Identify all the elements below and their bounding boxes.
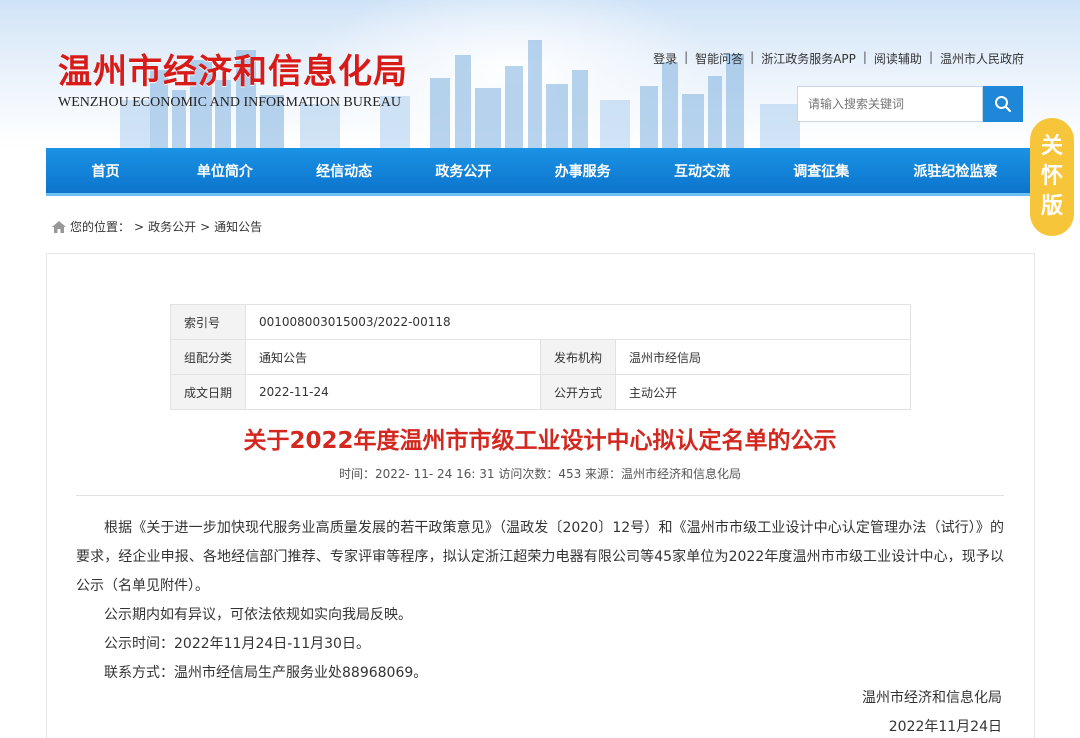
- mode-value: 主动公开: [615, 374, 911, 410]
- article-title: 关于2022年度温州市市级工业设计中心拟认定名单的公示: [243, 428, 837, 454]
- breadcrumb-notices[interactable]: 通知公告: [214, 218, 262, 235]
- metadata-table: 索引号 001008003015003/2022-00118 组配分类 通知公告…: [170, 304, 911, 410]
- nav-gov-affairs[interactable]: 政务公开: [404, 148, 523, 193]
- smart-qa-link[interactable]: 智能问答: [695, 50, 743, 67]
- publisher-value: 温州市经信局: [615, 339, 911, 375]
- sign-org: 温州市经济和信息化局: [862, 690, 1002, 706]
- category-value: 通知公告: [245, 339, 541, 375]
- login-link[interactable]: 登录: [653, 50, 677, 67]
- mode-label: 公开方式: [540, 374, 616, 410]
- date-label: 成文日期: [170, 374, 246, 410]
- publisher-label: 发布机构: [540, 339, 616, 375]
- breadcrumb-separator: >: [134, 219, 145, 234]
- breadcrumb-prefix: 您的位置：: [70, 220, 131, 234]
- body-paragraph: 公示时间：2022年11月24日-11月30日。: [104, 636, 370, 652]
- sign-date: 2022年11月24日: [888, 719, 1002, 735]
- nav-about[interactable]: 单位简介: [165, 148, 284, 193]
- nav-survey[interactable]: 调查征集: [762, 148, 881, 193]
- home-icon: [52, 220, 66, 233]
- signature-block: 温州市经济和信息化局 2022年11月24日: [862, 684, 1002, 738]
- search-input[interactable]: [797, 86, 983, 122]
- site-title: 温州市经济和信息化局: [58, 52, 408, 92]
- search-button[interactable]: [983, 86, 1023, 122]
- index-label: 索引号: [170, 304, 246, 340]
- article-body: 根据《关于进一步加快现代服务业高质量发展的若干政策意见》（温政发〔2020〕12…: [76, 514, 1004, 688]
- date-value: 2022-11-24: [245, 374, 541, 410]
- nav-services[interactable]: 办事服务: [523, 148, 642, 193]
- main-nav: 首页 单位简介 经信动态 政务公开 办事服务 互动交流 调查征集 派驻纪检监察: [46, 148, 1030, 196]
- category-label: 组配分类: [170, 339, 246, 375]
- index-value: 001008003015003/2022-00118: [245, 304, 911, 340]
- body-paragraph: 根据《关于进一步加快现代服务业高质量发展的若干政策意见》（温政发〔2020〕12…: [76, 520, 1004, 594]
- care-version-button[interactable]: 关 怀 版: [1030, 118, 1074, 236]
- nav-home[interactable]: 首页: [46, 148, 165, 193]
- divider: [76, 495, 1004, 496]
- nav-interaction[interactable]: 互动交流: [642, 148, 761, 193]
- wz-gov-link[interactable]: 温州市人民政府: [940, 50, 1024, 67]
- zj-app-link[interactable]: 浙江政务服务APP: [761, 50, 856, 67]
- site-subtitle: WENZHOU ECONOMIC AND INFORMATION BUREAU: [58, 95, 401, 110]
- breadcrumb: 您的位置： > 政务公开 > 通知公告: [52, 218, 262, 235]
- search-icon: [995, 96, 1012, 113]
- nav-discipline[interactable]: 派驻纪检监察: [881, 148, 1030, 193]
- nav-news[interactable]: 经信动态: [285, 148, 404, 193]
- top-links: 登录 | 智能问答 | 浙江政务服务APP | 阅读辅助 | 温州市人民政府: [653, 50, 1024, 67]
- breadcrumb-gov-affairs[interactable]: 政务公开: [148, 218, 196, 235]
- header-banner: 温州市经济和信息化局 WENZHOU ECONOMIC AND INFORMAT…: [0, 0, 1080, 148]
- breadcrumb-separator: >: [200, 219, 211, 234]
- reading-aid-link[interactable]: 阅读辅助: [874, 50, 922, 67]
- article-info: 时间：2022- 11- 24 16: 31 访问次数：453 来源：温州市经济…: [338, 467, 742, 481]
- body-paragraph: 公示期内如有异议，可依法依规如实向我局反映。: [104, 607, 412, 623]
